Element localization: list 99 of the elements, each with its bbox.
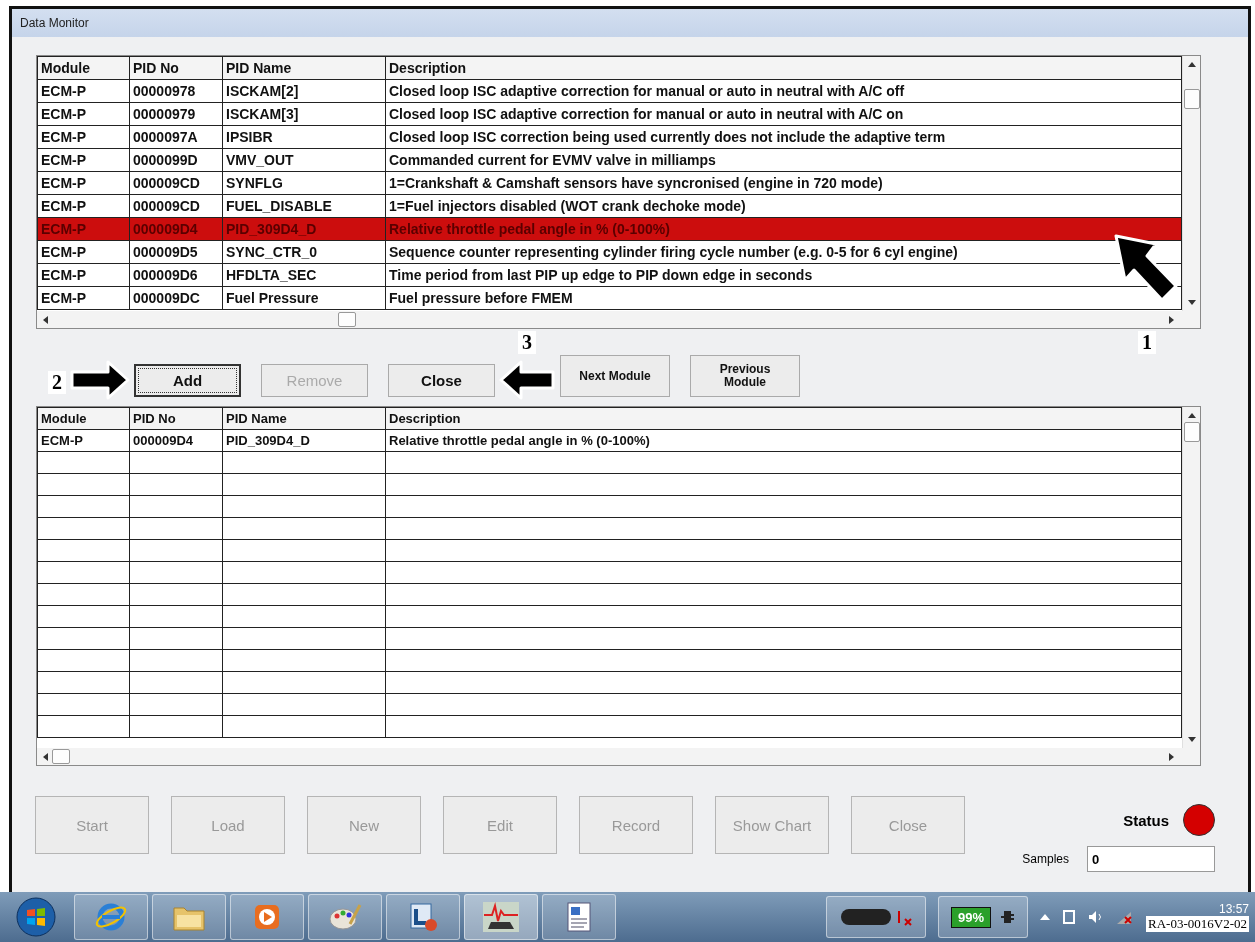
module-button[interactable]: Next Module: [560, 355, 670, 397]
scroll-right-icon[interactable]: [1169, 315, 1174, 324]
table-cell: VMV_OUT: [222, 148, 386, 172]
table-cell: ECM-P: [37, 148, 130, 172]
document-icon: [564, 901, 594, 933]
samples-field[interactable]: 0: [1087, 846, 1215, 872]
table-cell: 000009CD: [129, 171, 223, 195]
table-cell: Closed loop ISC correction being used currently does not include the adaptive term: [385, 125, 1182, 149]
network-app-icon: [407, 901, 439, 933]
taskbar-app[interactable]: [542, 894, 616, 940]
table-cell: HFDLTA_SEC: [222, 263, 386, 287]
horizontal-scrollbar[interactable]: [37, 311, 1200, 328]
table-cell: ECM-P: [37, 79, 130, 103]
callout-arrow: [499, 360, 555, 400]
table-cell: Relative throttle pedal angle in % (0-100%): [385, 217, 1182, 241]
vertical-scrollbar[interactable]: [1182, 56, 1200, 311]
table-cell: ECM-P: [37, 125, 130, 149]
table-cell: 1=Fuel injectors disabled (WOT crank dechoke mode): [385, 194, 1182, 218]
scroll-up-icon[interactable]: [1187, 413, 1196, 418]
scroll-thumb[interactable]: [1183, 422, 1200, 442]
table-cell: IPSIBR: [222, 125, 386, 149]
column-header[interactable]: Description: [385, 407, 1182, 430]
network-error-icon[interactable]: [1116, 909, 1135, 925]
scroll-thumb[interactable]: [1183, 89, 1200, 109]
device-status-panel[interactable]: [826, 896, 927, 938]
table-cell: 000009CD: [129, 194, 223, 218]
table-cell: ECM-P: [37, 217, 130, 241]
table-cell: PID_309D4_D: [222, 429, 386, 452]
callout-arrow: [70, 360, 130, 400]
scroll-thumb[interactable]: [338, 312, 356, 327]
table-row[interactable]: ECM-P 000009CD FUEL_DISABLE 1=Fuel injectors disabled (WOT crank dechoke mode): [37, 194, 1182, 218]
power-plug-icon: [999, 910, 1016, 924]
column-header[interactable]: PID Name: [222, 56, 386, 80]
table-cell: 000009DC: [129, 286, 223, 310]
paint-palette-icon: [328, 902, 362, 932]
callout-number: 2: [48, 371, 66, 394]
table-cell: 00000978: [129, 79, 223, 103]
table-cell: SYNFLG: [222, 171, 386, 195]
column-header[interactable]: Module: [37, 56, 130, 80]
column-header[interactable]: PID Name: [222, 407, 386, 430]
table-row[interactable]: ECM-P 0000099D VMV_OUT Commanded current for EVMV valve in milliamps: [37, 148, 1182, 172]
action-button[interactable]: Add: [134, 364, 241, 397]
scroll-up-icon[interactable]: [1187, 62, 1196, 67]
column-header[interactable]: Module: [37, 407, 130, 430]
table-cell: ECM-P: [37, 263, 130, 287]
table-cell: ECM-P: [37, 286, 130, 310]
figure-label: RA-03-0016V2-02: [1146, 916, 1249, 932]
scroll-down-icon[interactable]: [1187, 737, 1196, 742]
table-cell: ECM-P: [37, 240, 130, 264]
scroll-down-icon[interactable]: [1187, 300, 1196, 305]
table-cell: 0000097A: [129, 125, 223, 149]
callout-number: 3: [518, 331, 536, 354]
taskbar-app[interactable]: [464, 894, 538, 940]
table-cell: Relative throttle pedal angle in % (0-100%): [385, 429, 1182, 452]
table-cell: ECM-P: [37, 429, 130, 452]
table-cell: ISCKAM[2]: [222, 79, 386, 103]
table-cell: Fuel Pressure: [222, 286, 386, 310]
table-cell: ECM-P: [37, 194, 130, 218]
module-button[interactable]: Previous Module: [690, 355, 800, 397]
tray-expand-icon[interactable]: [1040, 913, 1051, 921]
tray-device-icon[interactable]: [1062, 909, 1077, 925]
scroll-left-icon[interactable]: [43, 752, 48, 761]
table-row[interactable]: ECM-P 00000978 ISCKAM[2] Closed loop ISC adaptive correction for manual or auto in neutral with A/C off: [37, 79, 1182, 103]
table-cell: 0000099D: [129, 148, 223, 172]
table-cell: Closed loop ISC adaptive correction for manual or auto in neutral with A/C off: [385, 79, 1182, 103]
table-cell: 00000979: [129, 102, 223, 126]
table-cell: FUEL_DISABLE: [222, 194, 386, 218]
battery-level: 99%: [951, 906, 992, 928]
callout-number: 1: [1138, 331, 1156, 354]
table-cell: 000009D4: [129, 429, 223, 452]
column-header[interactable]: PID No: [129, 56, 223, 80]
action-button[interactable]: Close: [388, 364, 495, 397]
samples-label: Samples: [1022, 852, 1069, 866]
start-button[interactable]: [16, 897, 56, 937]
table-cell: ECM-P: [37, 102, 130, 126]
table-row[interactable]: ECM-P 000009CD SYNFLG 1=Crankshaft & Camshaft sensors have syncronised (engine in 720 mode): [37, 171, 1182, 195]
window-title: Data Monitor: [20, 16, 89, 30]
table-cell: 1=Crankshaft & Camshaft sensors have syncronised (engine in 720 mode): [385, 171, 1182, 195]
table-cell: 000009D6: [129, 263, 223, 287]
table-cell: Commanded current for EVMV valve in milliamps: [385, 148, 1182, 172]
status-label: Status: [1123, 811, 1169, 829]
horizontal-scrollbar[interactable]: [37, 748, 1200, 765]
taskbar-app[interactable]: [386, 894, 460, 940]
table-cell: 000009D5: [129, 240, 223, 264]
table-cell: ISCKAM[3]: [222, 102, 386, 126]
car-chart-icon: [482, 901, 520, 933]
vertical-scrollbar[interactable]: [1182, 407, 1200, 748]
scroll-right-icon[interactable]: [1169, 752, 1174, 761]
table-cell: Closed loop ISC adaptive correction for manual or auto in neutral with A/C on: [385, 102, 1182, 126]
column-header[interactable]: PID No: [129, 407, 223, 430]
column-header[interactable]: Description: [385, 56, 1182, 80]
table-cell: PID_309D4_D: [222, 217, 386, 241]
table-cell: ECM-P: [37, 171, 130, 195]
media-player-icon: [252, 902, 282, 932]
scroll-thumb[interactable]: [52, 749, 70, 764]
scroll-left-icon[interactable]: [43, 315, 48, 324]
table-row[interactable]: ECM-P 00000979 ISCKAM[3] Closed loop ISC adaptive correction for manual or auto in neutral with A/C on: [37, 102, 1182, 126]
table-cell: SYNC_CTR_0: [222, 240, 386, 264]
table-row[interactable]: ECM-P 0000097A IPSIBR Closed loop ISC correction being used currently does not include the adaptive term: [37, 125, 1182, 149]
